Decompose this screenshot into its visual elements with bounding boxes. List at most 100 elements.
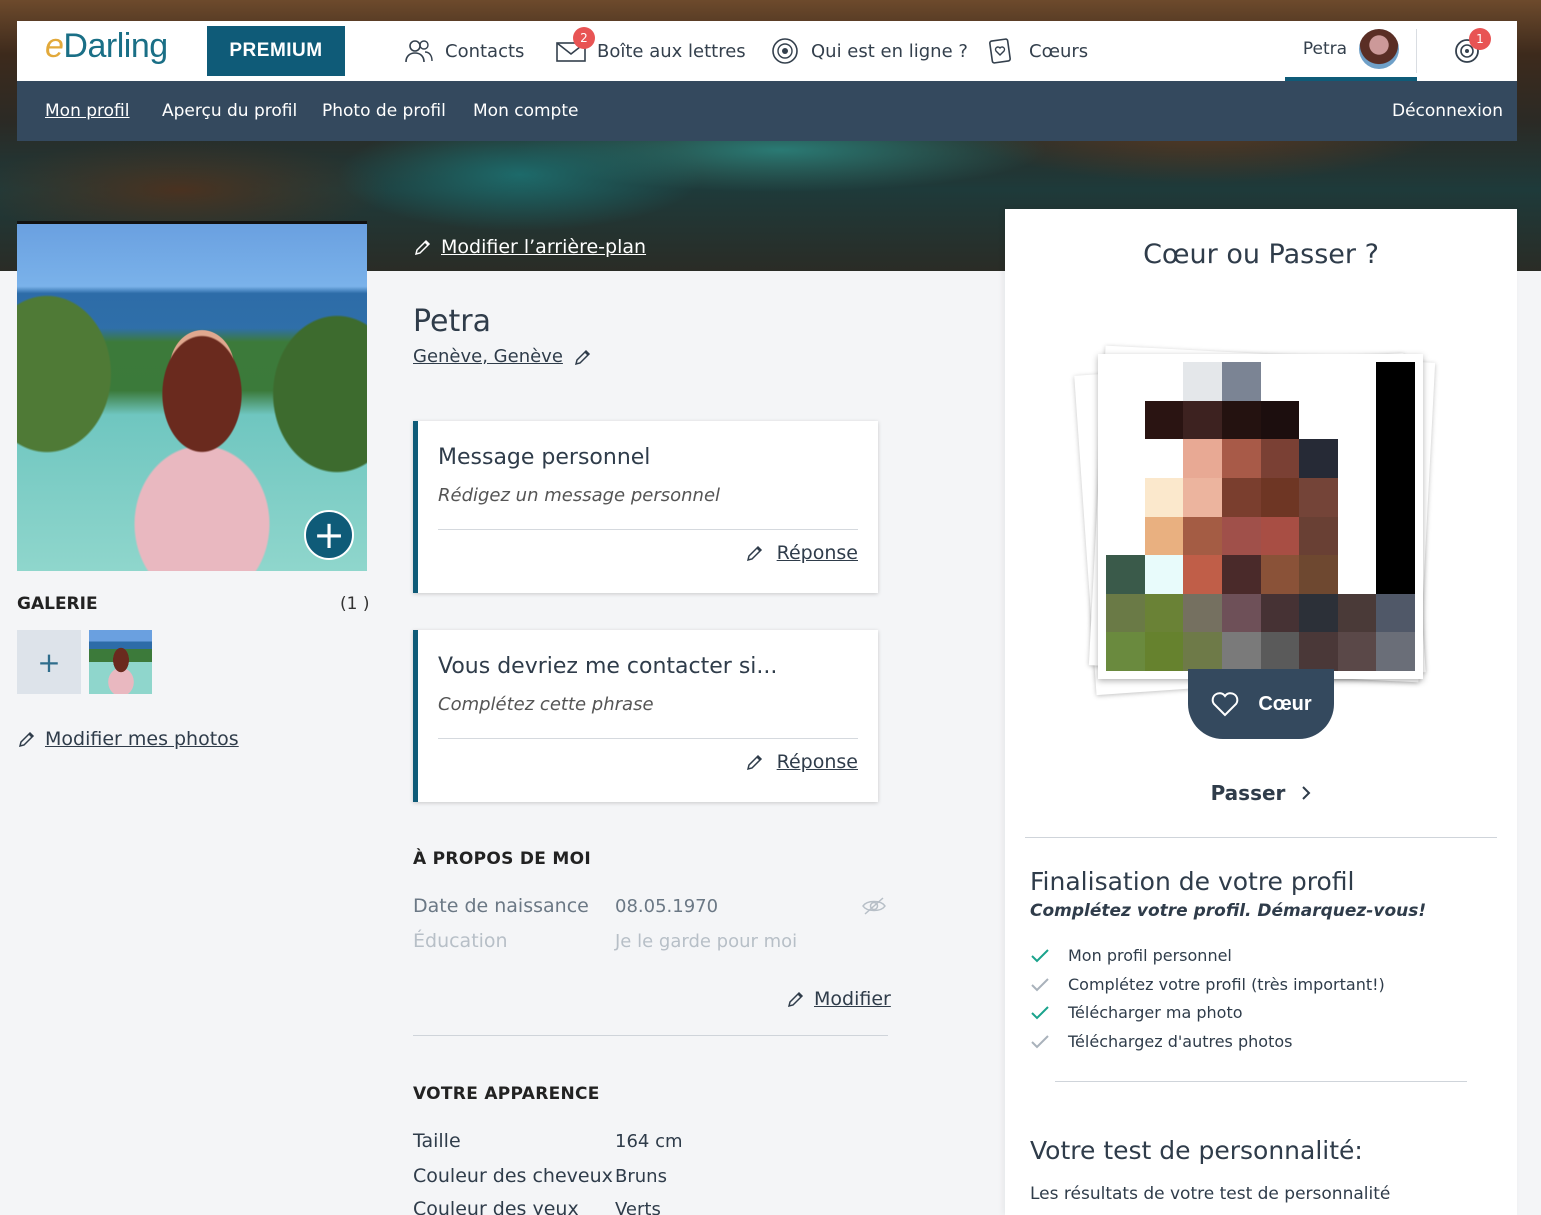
match-card-photo[interactable] (1098, 354, 1423, 679)
appearance-value: Verts (615, 1199, 661, 1215)
nav-who-is-online[interactable]: Qui est en ligne ? (769, 21, 968, 81)
modify-about-link[interactable]: Modifier (786, 988, 891, 1010)
checklist-item[interactable]: Complétez votre profil (très important!) (1030, 975, 1385, 994)
personality-test-title: Votre test de personnalité: (1030, 1136, 1363, 1165)
personality-test-text: Les résultats de votre test de personnal… (1030, 1184, 1391, 1204)
nav-mailbox[interactable]: 2 Boîte aux lettres (555, 21, 746, 81)
subnav-my-profile[interactable]: Mon profil (45, 101, 130, 121)
photo-pixel (1260, 632, 1300, 671)
photo-pixel (1144, 632, 1184, 671)
photo-pixel (1183, 516, 1222, 556)
photo-pixel (1337, 362, 1377, 401)
photo-pixel (1337, 516, 1377, 556)
photo-pixel (1299, 632, 1338, 671)
check-icon (1031, 1034, 1049, 1048)
finalize-title: Finalisation de votre profil (1030, 867, 1355, 896)
photo-pixel (1144, 439, 1184, 478)
profile-location[interactable]: Genève, Genève (413, 346, 593, 367)
pass-button[interactable]: Passer (1005, 781, 1517, 805)
photo-pixel (1376, 439, 1415, 478)
logout-link[interactable]: Déconnexion (1392, 101, 1503, 121)
photo-pixel (1376, 362, 1415, 401)
notifications-badge: 1 (1469, 28, 1491, 50)
card-placeholder[interactable]: Rédigez un message personnel (438, 485, 720, 506)
edit-photos-link[interactable]: Modifier mes photos (17, 728, 239, 750)
photo-pixel (1376, 400, 1415, 440)
personal-message-card: Message personnel Rédigez un message per… (413, 421, 878, 593)
edit-background-link[interactable]: Modifier l’arrière-plan (413, 236, 646, 258)
photo-pixel (1106, 632, 1145, 671)
photo-pixel (1144, 516, 1184, 556)
right-sidebar: Cœur ou Passer ? Cœur Passer Finalisatio… (1005, 209, 1517, 1215)
finalize-subtitle: Complétez votre profil. Démarquez-vous! (1030, 901, 1427, 921)
photo-pixel (1183, 362, 1222, 401)
gallery-add-button[interactable]: + (17, 630, 81, 694)
photo-pixel (1221, 400, 1261, 440)
photo-pixel (1221, 555, 1261, 594)
photo-pixel (1221, 439, 1261, 478)
top-navbar: eDarling PREMIUM Contacts 2 Boîte aux le… (17, 21, 1517, 81)
photo-pixel (1144, 477, 1184, 517)
about-value: Je le garde pour moi (615, 931, 798, 952)
pencil-icon (18, 731, 35, 748)
profile-subnav: Mon profil Aperçu du profil Photo de pro… (17, 81, 1517, 141)
photo-pixel (1337, 477, 1377, 517)
card-placeholder[interactable]: Complétez cette phrase (438, 694, 654, 715)
edarling-logo[interactable]: eDarling (45, 27, 168, 66)
photo-pixel (1183, 632, 1222, 671)
sidebar-divider (1055, 1081, 1467, 1082)
user-menu[interactable]: Petra (1285, 21, 1417, 81)
appearance-label: Couleur des yeux (413, 1198, 579, 1215)
check-icon (1031, 1005, 1049, 1019)
gallery-count: (1 ) (340, 594, 370, 614)
contacts-icon (405, 40, 433, 63)
heart-button[interactable]: Cœur (1188, 669, 1334, 739)
photo-pixel (1299, 439, 1338, 478)
nav-contacts[interactable]: Contacts (403, 21, 524, 81)
pencil-icon (414, 239, 431, 256)
check-icon (1031, 948, 1049, 962)
photo-pixel (1299, 400, 1338, 440)
photo-pixel (1299, 555, 1338, 594)
photo-pixel (1144, 362, 1184, 401)
photo-pixel (1183, 593, 1222, 633)
photo-pixel (1299, 477, 1338, 517)
about-label: Éducation (413, 930, 508, 952)
plus-icon: + (37, 645, 61, 679)
photo-pixel (1260, 477, 1300, 517)
premium-button[interactable]: PREMIUM (207, 26, 345, 76)
photo-pixel (1299, 362, 1338, 401)
gallery-thumbnail[interactable] (89, 630, 152, 694)
photo-pixel (1106, 439, 1145, 478)
subnav-profile-preview[interactable]: Aperçu du profil (162, 101, 297, 121)
photo-pixel (1106, 477, 1145, 517)
photo-pixel (1337, 400, 1377, 440)
contact-me-if-reply-button[interactable]: Réponse (745, 751, 858, 773)
card-title: Message personnel (438, 445, 651, 470)
gallery-title: GALERIE (17, 594, 98, 614)
blurred-photo (1106, 362, 1415, 671)
photo-pixel (1144, 400, 1184, 440)
checklist-item[interactable]: Téléchargez d'autres photos (1030, 1032, 1292, 1051)
appearance-value: Bruns (615, 1166, 667, 1187)
photo-pixel (1260, 555, 1300, 594)
photo-pixel (1221, 362, 1261, 401)
notifications-button[interactable]: 1 (1451, 21, 1491, 81)
subnav-my-account[interactable]: Mon compte (473, 101, 578, 121)
card-title: Vous devriez me contacter si... (438, 654, 778, 679)
photo-pixel (1260, 400, 1300, 440)
checklist-item[interactable]: Mon profil personnel (1030, 946, 1232, 965)
personal-message-reply-button[interactable]: Réponse (745, 542, 858, 564)
photo-pixel (1183, 400, 1222, 440)
hidden-eye-icon[interactable] (861, 896, 887, 916)
contact-me-if-card: Vous devriez me contacter si... Compléte… (413, 630, 878, 802)
nav-hearts[interactable]: Cœurs (987, 21, 1088, 81)
checklist-item[interactable]: Télécharger ma photo (1030, 1003, 1243, 1022)
photo-pixel (1299, 516, 1338, 556)
photo-pixel (1221, 632, 1261, 671)
appearance-value: 164 cm (615, 1131, 683, 1152)
photo-pixel (1106, 555, 1145, 594)
add-photo-button[interactable]: + (304, 510, 354, 560)
photo-pixel (1183, 477, 1222, 517)
subnav-profile-photo[interactable]: Photo de profil (322, 101, 446, 121)
